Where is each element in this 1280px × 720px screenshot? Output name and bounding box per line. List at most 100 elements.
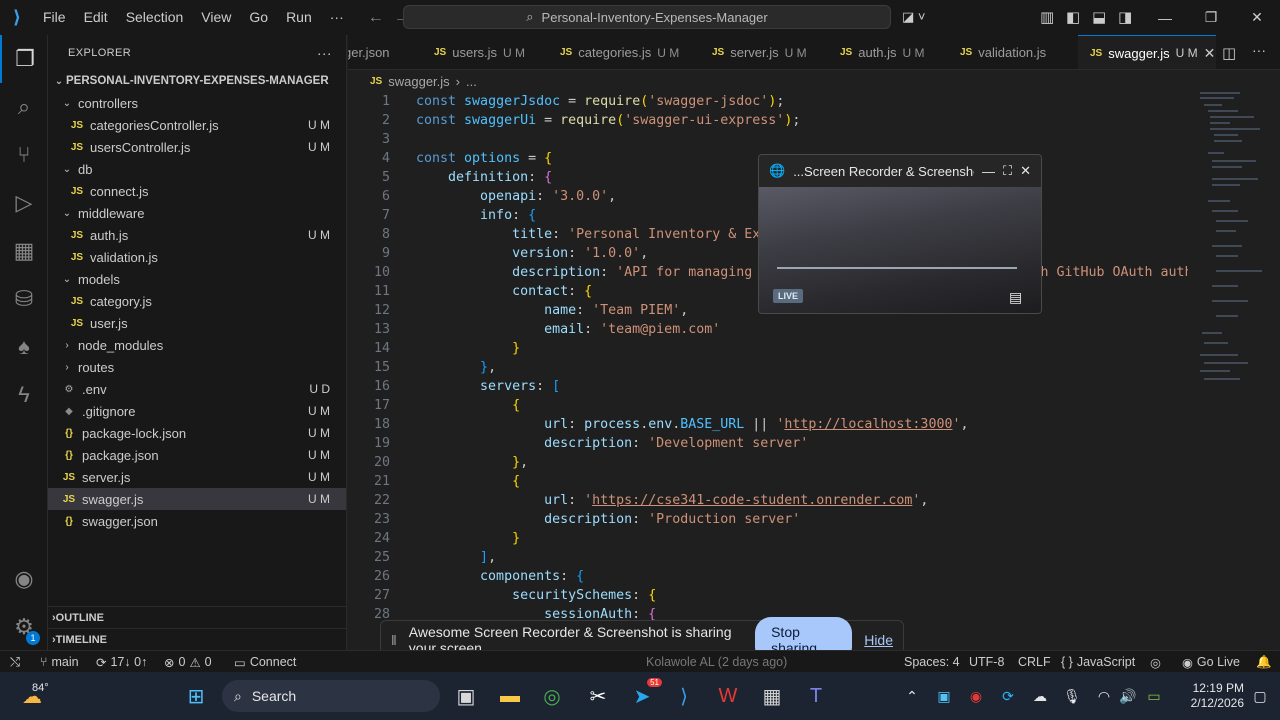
task-view-icon[interactable]: ▣ <box>446 676 486 716</box>
sync-indicator[interactable]: ⟳ 17↓ 0↑ <box>96 651 147 673</box>
run-debug-icon[interactable]: ▷ <box>0 179 48 227</box>
tab-swagger-json[interactable]: ger.json <box>348 35 414 69</box>
tab-categories[interactable]: JS categories.js U M <box>548 35 684 69</box>
copilot-icon[interactable]: ◪ ˅ <box>902 9 926 25</box>
battery-icon[interactable]: ▭ <box>1134 676 1174 716</box>
toggle-secondary-sidebar-icon[interactable]: ◨ <box>1118 8 1132 26</box>
tree-item[interactable]: JS category.js <box>48 290 346 312</box>
branch-indicator[interactable]: ⑂ main <box>40 651 79 673</box>
tree-item[interactable]: ⌄ middleware <box>48 202 346 224</box>
encoding[interactable]: UTF-8 <box>969 651 1004 673</box>
env-file-icon: ⚙ <box>64 383 74 395</box>
tree-item[interactable]: › node_modules <box>48 334 346 356</box>
menu-more[interactable]: ··· <box>321 0 353 35</box>
language-mode[interactable]: { } JavaScript <box>1061 651 1135 673</box>
tree-item[interactable]: JS auth.js U M <box>48 224 346 246</box>
close-recorder-icon[interactable]: ✕ <box>1020 163 1031 179</box>
drag-handle-icon[interactable]: ‖ <box>391 632 397 648</box>
database-icon[interactable]: ⛁ <box>0 275 48 323</box>
tree-item[interactable]: ⚙ .env U D <box>48 378 346 400</box>
git-blame[interactable]: Kolawole AL (2 days ago) <box>646 651 787 673</box>
close-window-icon[interactable]: ✕ <box>1234 0 1280 35</box>
capcut-icon[interactable]: ✂ <box>578 676 618 716</box>
tree-item[interactable]: JS usersController.js U M <box>48 136 346 158</box>
toggle-sidebar-icon[interactable]: ◧ <box>1066 8 1080 26</box>
menu-run[interactable]: Run <box>277 0 321 35</box>
wps-office-icon[interactable]: W <box>708 676 748 716</box>
telegram-icon[interactable]: ➤ 51 <box>622 676 662 716</box>
tree-item[interactable]: {} package.json U M <box>48 444 346 466</box>
tree-item[interactable]: ⌄ models <box>48 268 346 290</box>
back-arrow-icon[interactable]: ← <box>363 9 389 27</box>
settings-gear-icon[interactable]: ⚙ 1 <box>0 603 48 651</box>
search-view-icon[interactable]: ⌕ <box>0 83 48 131</box>
thunder-client-icon[interactable]: ϟ <box>0 371 48 419</box>
close-tab-icon[interactable]: ✕ <box>1204 45 1216 62</box>
layout-toggle-icon[interactable]: ▥ <box>1040 8 1054 26</box>
command-center-search[interactable]: ⌕ Personal-Inventory-Expenses-Manager <box>403 5 891 29</box>
tab-auth[interactable]: JS auth.js U M <box>828 35 938 69</box>
chrome-icon[interactable]: ◎ <box>532 676 572 716</box>
menu-selection[interactable]: Selection <box>117 0 193 35</box>
screen-recorder-window[interactable]: 🌐 ...Screen Recorder & Screenshot — ⛶ ✕ … <box>758 154 1042 314</box>
file-explorer-icon[interactable]: ▬ <box>490 676 530 716</box>
tree-item[interactable]: JS connect.js <box>48 180 346 202</box>
breadcrumb-more[interactable]: ... <box>466 74 477 89</box>
line-ending[interactable]: CRLF <box>1018 651 1051 673</box>
tree-item[interactable]: › routes <box>48 356 346 378</box>
outline-section[interactable]: › OUTLINE <box>48 606 346 628</box>
go-live[interactable]: ◉ Go Live <box>1182 651 1240 673</box>
explorer-icon[interactable]: ❐ <box>0 35 48 83</box>
breadcrumb: JS swagger.js › ... <box>348 70 1188 92</box>
more-actions-icon[interactable]: ··· <box>317 45 332 61</box>
copilot-status-icon[interactable]: ◎ <box>1150 651 1161 673</box>
source-control-icon[interactable]: ⑂ <box>0 131 48 179</box>
split-editor-icon[interactable]: ◫ <box>1222 44 1236 62</box>
restore-icon[interactable]: ❐ <box>1188 0 1234 35</box>
tab-server[interactable]: JS server.js U M <box>700 35 820 69</box>
tree-item[interactable]: ◆ .gitignore U M <box>48 400 346 422</box>
toggle-panel-icon[interactable]: ⬓ <box>1092 8 1106 26</box>
menu-file[interactable]: File <box>34 0 75 35</box>
problems-indicator[interactable]: ⊗ 0 ⚠ 0 <box>164 651 212 673</box>
tree-item[interactable]: {} swagger.json <box>48 510 346 532</box>
tree-item[interactable]: {} package-lock.json U M <box>48 422 346 444</box>
editor-more-icon[interactable]: ··· <box>1252 42 1266 58</box>
hide-button[interactable]: Hide <box>864 632 893 648</box>
notification-center-icon[interactable]: ▢ <box>1240 676 1280 716</box>
menu-go[interactable]: Go <box>240 0 277 35</box>
account-icon[interactable]: ◉ <box>0 555 48 603</box>
captions-icon[interactable]: ▤ <box>1009 289 1022 306</box>
menu-view[interactable]: View <box>192 0 240 35</box>
minimize-recorder-icon[interactable]: — <box>982 164 995 179</box>
expand-recorder-icon[interactable]: ⛶ <box>1003 163 1012 179</box>
teams-icon[interactable]: T <box>796 676 836 716</box>
tree-item[interactable]: ⌄ controllers <box>48 92 346 114</box>
clock[interactable]: 12:19 PM 2/12/2026 <box>1180 681 1244 711</box>
extensions-icon[interactable]: ▦ <box>0 227 48 275</box>
remote-icon[interactable]: ⤭ <box>10 651 20 673</box>
breadcrumb-file[interactable]: swagger.js <box>388 74 449 89</box>
tree-item[interactable]: JS user.js <box>48 312 346 334</box>
tab-users[interactable]: JS users.js U M <box>422 35 542 69</box>
tree-item[interactable]: JS server.js U M <box>48 466 346 488</box>
taskbar-search[interactable]: ⌕ Search <box>222 680 440 712</box>
mongodb-leaf-icon[interactable]: ♠ <box>0 323 48 371</box>
menu-edit[interactable]: Edit <box>75 0 117 35</box>
minimize-icon[interactable]: — <box>1142 0 1188 35</box>
calculator-icon[interactable]: ▦ <box>752 676 792 716</box>
tab-validation[interactable]: JS validation.js <box>948 35 1078 69</box>
start-windows-icon[interactable]: ⊞ <box>176 676 216 716</box>
indentation[interactable]: Spaces: 4 <box>904 651 960 673</box>
minimap[interactable] <box>1188 70 1268 650</box>
tree-item[interactable]: ⌄ db <box>48 158 346 180</box>
connect-indicator[interactable]: ▭ Connect <box>234 651 296 673</box>
tree-item[interactable]: JS validation.js <box>48 246 346 268</box>
tab-swagger[interactable]: JS swagger.js U M ✕ <box>1078 35 1216 69</box>
notifications-bell-icon[interactable]: 🔔 <box>1256 651 1272 673</box>
tree-item[interactable]: JS categoriesController.js U M <box>48 114 346 136</box>
vscode-taskbar-icon[interactable]: ⟩ <box>664 676 704 716</box>
tree-item[interactable]: JS swagger.js U M <box>48 488 346 510</box>
timeline-section[interactable]: › TIMELINE <box>48 628 346 650</box>
project-root[interactable]: ⌄ PERSONAL-INVENTORY-EXPENSES-MANAGER <box>48 70 346 92</box>
